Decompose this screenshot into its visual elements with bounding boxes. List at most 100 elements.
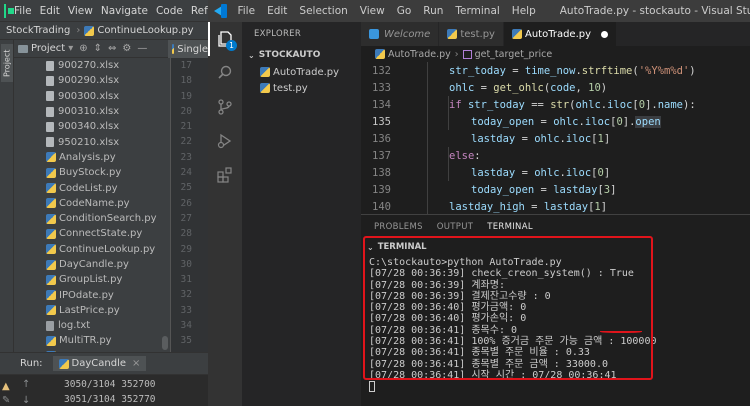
project-view-selector[interactable]: Project ▾	[14, 43, 73, 54]
extensions-icon[interactable]	[208, 158, 242, 192]
panel-tab-problems[interactable]: PROBLEMS	[374, 218, 423, 236]
vscode-logo-icon	[214, 4, 228, 18]
pycharm-line-number: 29	[180, 243, 192, 255]
panel-tab-output[interactable]: OUTPUT	[437, 218, 473, 236]
pycharm-editor-gutter: 1718192021222324252627282930313233343536…	[170, 58, 208, 377]
run-tab-daycandle[interactable]: DayCandle ×	[52, 356, 147, 371]
pycharm-line-number: 27	[180, 212, 192, 224]
tab-label: Welcome	[384, 28, 431, 40]
project-file-label: IPOdate.py	[59, 289, 114, 301]
pc-menu-edit[interactable]: Edit	[36, 5, 64, 17]
breadcrumb-symbol[interactable]: get_target_price	[475, 49, 553, 60]
terminal-line: [07/28 00:36:40] 평가금액: 0	[369, 302, 527, 314]
project-file-item[interactable]: 900300.xlsx	[14, 89, 170, 104]
project-file-item[interactable]: 900310.xlsx	[14, 104, 170, 119]
workspace-folder[interactable]: ⌄ STOCKAUTO	[242, 46, 361, 64]
project-file-label: 900300.xlsx	[58, 90, 120, 102]
tab-welcome[interactable]: Welcome	[361, 22, 440, 46]
project-file-item[interactable]: CodeList.py	[14, 180, 170, 195]
tab-autotrade[interactable]: AutoTrade.py	[503, 22, 618, 46]
project-file-item[interactable]: CodeName.py	[14, 196, 170, 211]
project-file-item[interactable]: 900340.xlsx	[14, 119, 170, 134]
python-file-icon	[84, 25, 95, 36]
pycharm-window: File Edit View Navigate Code Refactor St…	[0, 0, 235, 406]
vs-menu-edit[interactable]: Edit	[261, 5, 293, 17]
pycharm-line-number: 25	[180, 182, 192, 194]
terminal-section-header[interactable]: ⌄ TERMINAL	[361, 239, 750, 255]
close-icon[interactable]: ×	[132, 358, 140, 369]
pc-menu-code[interactable]: Code	[152, 5, 187, 17]
project-file-item[interactable]: BuyStock.py	[14, 165, 170, 180]
project-file-item[interactable]: 950210.xlsx	[14, 134, 170, 149]
vs-menu-file[interactable]: File	[231, 5, 261, 17]
explorer-file-autotrade[interactable]: AutoTrade.py	[242, 64, 361, 80]
project-file-item[interactable]: log.txt	[14, 318, 170, 333]
project-file-item[interactable]: 900270.xlsx	[14, 58, 170, 73]
pycharm-line-number: 31	[180, 274, 192, 286]
project-tree-scrollbar[interactable]	[162, 58, 168, 352]
explorer-icon[interactable]: 1	[208, 22, 242, 56]
project-file-tree: 900270.xlsx 900290.xlsx 900300.xlsx 900310.…	[14, 58, 170, 352]
nav-project-name[interactable]: StockTrading	[0, 25, 76, 36]
vs-menu-go[interactable]: Go	[391, 5, 418, 17]
tab-test[interactable]: test.py	[439, 22, 504, 46]
wrench-icon[interactable]: ▲	[2, 381, 10, 392]
gear-icon[interactable]: ⚙	[122, 43, 131, 54]
project-file-item[interactable]: ConnectState.py	[14, 226, 170, 241]
line-number: 138	[372, 166, 391, 179]
pycharm-line-number: 24	[180, 167, 192, 179]
vs-menu-help[interactable]: Help	[506, 5, 542, 17]
explorer-title: EXPLORER	[254, 29, 302, 39]
pycharm-line-number: 18	[180, 75, 192, 87]
vs-menu-terminal[interactable]: Terminal	[449, 5, 505, 17]
project-side-tab[interactable]: Project	[1, 44, 13, 82]
vs-menu-view[interactable]: View	[354, 5, 391, 17]
run-tab-label: DayCandle	[71, 358, 127, 369]
pycharm-editor-tab[interactable]: Single	[168, 40, 208, 58]
explorer-file-test[interactable]: test.py	[242, 80, 361, 96]
terminal-line: [07/28 00:36:40] 평가손익: 0	[369, 313, 527, 325]
project-file-item[interactable]: ConditionSearch.py	[14, 211, 170, 226]
code-editor[interactable]: 132 str_today = time_now.strftime('%Y%m%…	[361, 62, 750, 214]
search-icon[interactable]	[208, 56, 242, 90]
hide-panel-icon[interactable]: —	[137, 43, 147, 54]
locate-icon[interactable]: ⊕	[79, 43, 87, 54]
project-file-item[interactable]: LastPrice.py	[14, 303, 170, 318]
project-file-item[interactable]: DayCandle.py	[14, 257, 170, 272]
arrow-down-icon[interactable]: ↓	[22, 395, 30, 406]
vs-menu-run[interactable]: Run	[417, 5, 449, 17]
bottom-panel: PROBLEMS OUTPUT TERMINAL ⌄ TERMINAL C:\s…	[361, 214, 750, 406]
pycharm-line-number: 26	[180, 197, 192, 209]
run-debug-icon[interactable]	[208, 124, 242, 158]
panel-tab-terminal[interactable]: TERMINAL	[487, 218, 533, 237]
unsaved-dot-icon[interactable]	[601, 30, 609, 38]
project-file-item[interactable]: GroupList.py	[14, 272, 170, 287]
project-file-item[interactable]: MultiTR.py	[14, 333, 170, 348]
pc-menu-view[interactable]: View	[64, 5, 97, 17]
settings-icon[interactable]: ✎	[2, 395, 10, 406]
pycharm-logo-icon	[4, 3, 14, 18]
nav-file[interactable]: ContinueLookup.py	[80, 25, 194, 36]
arrow-up-icon[interactable]: ↑	[22, 379, 30, 390]
vs-menu-selection[interactable]: Selection	[293, 5, 353, 17]
project-file-label: 900310.xlsx	[58, 106, 120, 118]
collapse-all-icon[interactable]: ⇔	[108, 43, 116, 54]
project-file-label: BuyStock.py	[59, 167, 122, 179]
project-file-label: ConnectState.py	[59, 228, 143, 240]
code-line: 137 else:	[361, 147, 750, 164]
project-tree-scroll-thumb[interactable]	[162, 336, 168, 350]
python-file-icon	[375, 49, 385, 59]
project-file-item[interactable]: IPOdate.py	[14, 287, 170, 302]
project-file-item[interactable]: 900290.xlsx	[14, 73, 170, 88]
project-file-item[interactable]: Analysis.py	[14, 150, 170, 165]
source-control-icon[interactable]	[208, 90, 242, 124]
expand-all-icon[interactable]: ⇕	[94, 43, 102, 54]
project-file-item[interactable]: ContinueLookup.py	[14, 242, 170, 257]
breadcrumb-file[interactable]: AutoTrade.py	[388, 49, 451, 60]
pc-menu-navigate[interactable]: Navigate	[97, 5, 152, 17]
code-text: lastday = ohlc.iloc[1]	[471, 132, 611, 145]
project-file-label: 950210.xlsx	[58, 136, 120, 148]
terminal-output[interactable]: C:\stockauto>python AutoTrade.py [07/28 0…	[369, 257, 750, 393]
text-file-icon	[46, 320, 54, 331]
vscode-titlebar: File Edit Selection View Go Run Terminal…	[208, 0, 750, 22]
